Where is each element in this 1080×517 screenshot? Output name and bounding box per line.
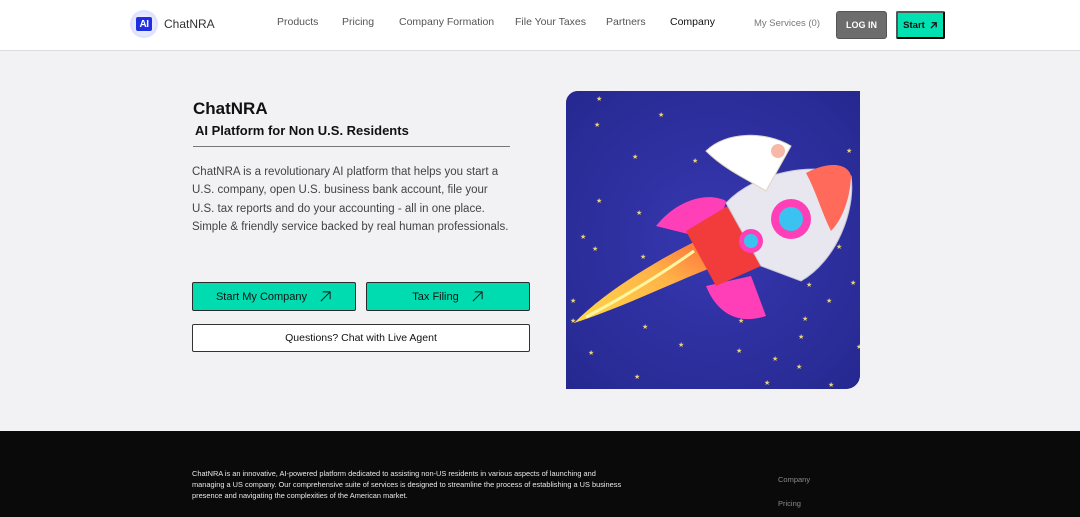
my-services-link[interactable]: My Services (0) [754, 18, 820, 29]
svg-text:★: ★ [570, 317, 576, 325]
nav-item-products[interactable]: Products [277, 16, 318, 28]
svg-text:★: ★ [796, 363, 802, 371]
svg-text:★: ★ [856, 343, 860, 351]
tax-filing-button[interactable]: Tax Filing [366, 282, 530, 311]
start-my-company-label: Start My Company [215, 290, 308, 303]
svg-text:★: ★ [596, 95, 602, 103]
hero-subtitle: AI Platform for Non U.S. Residents [195, 123, 409, 138]
svg-text:★: ★ [580, 233, 586, 241]
svg-text:★: ★ [846, 147, 852, 155]
brand-logo[interactable]: AI ChatNRA [130, 10, 215, 38]
footer-link-pricing[interactable]: Pricing [778, 499, 801, 508]
start-button-label: Start [903, 19, 925, 31]
svg-text:★: ★ [850, 279, 856, 287]
hero-title: ChatNRA [193, 99, 268, 118]
hero-description: ChatNRA is a revolutionary AI platform t… [192, 166, 509, 233]
svg-text:★: ★ [678, 341, 684, 349]
footer-link-company[interactable]: Company [778, 475, 810, 484]
arrow-up-right-icon [930, 21, 937, 29]
svg-text:★: ★ [772, 355, 778, 363]
svg-text:★: ★ [806, 281, 812, 289]
svg-text:★: ★ [736, 347, 742, 355]
svg-text:★: ★ [642, 323, 648, 331]
svg-text:★: ★ [826, 297, 832, 305]
login-button[interactable]: LOG IN [836, 11, 887, 39]
tax-filing-label: Tax Filing [412, 290, 459, 303]
nav-item-pricing[interactable]: Pricing [342, 16, 374, 28]
start-button[interactable]: Start [896, 11, 945, 39]
site-footer: ChatNRA is an innovative, AI-powered pla… [0, 431, 1080, 517]
nav-item-company[interactable]: Company [670, 16, 715, 28]
svg-text:★: ★ [596, 197, 602, 205]
nav-item-file-your-taxes[interactable]: File Your Taxes [515, 16, 586, 28]
footer-about: ChatNRA is an innovative, AI-powered pla… [192, 469, 622, 500]
svg-text:★: ★ [658, 111, 664, 119]
svg-text:★: ★ [764, 379, 770, 387]
svg-text:★: ★ [636, 209, 642, 217]
start-my-company-button[interactable]: Start My Company [192, 282, 356, 311]
svg-text:★: ★ [640, 253, 646, 261]
svg-text:★: ★ [634, 373, 640, 381]
brand-name: ChatNRA [164, 17, 215, 31]
svg-text:★: ★ [798, 333, 804, 341]
svg-text:★: ★ [836, 243, 842, 251]
nav-item-partners[interactable]: Partners [606, 16, 646, 28]
svg-text:★: ★ [692, 157, 698, 165]
live-agent-chat-button[interactable]: Questions? Chat with Live Agent [192, 324, 530, 352]
svg-text:★: ★ [570, 297, 576, 305]
svg-text:★: ★ [828, 381, 834, 389]
logo-icon: AI [136, 17, 152, 31]
svg-text:★: ★ [802, 315, 808, 323]
svg-text:★: ★ [588, 349, 594, 357]
arrow-up-right-icon [320, 291, 331, 302]
rocket-illustration: ★ ★ ★ ★ ★ ★ ★ ★ ★ ★ ★ ★ ★ ★ ★ ★ ★ ★ ★ ★ ★ ★ ★ ★ ★ ★ ★ ★ ★ ★ … [566, 91, 860, 389]
arrow-up-right-icon [472, 291, 483, 302]
svg-text:★: ★ [592, 245, 598, 253]
svg-text:★: ★ [632, 153, 638, 161]
logo-mark: AI [130, 10, 158, 38]
svg-text:★: ★ [594, 121, 600, 129]
divider [193, 146, 510, 147]
rocket-image: ★★★ ★ ★★ ★★ ★ ★★ ★ ★ ★★ ★★★ ★★★ ★★★ ★★★ ★ ★★ … [566, 91, 860, 389]
site-header: AI ChatNRA Products Pricing Company Form… [0, 0, 1080, 51]
nav-item-company-formation[interactable]: Company Formation [399, 16, 494, 28]
